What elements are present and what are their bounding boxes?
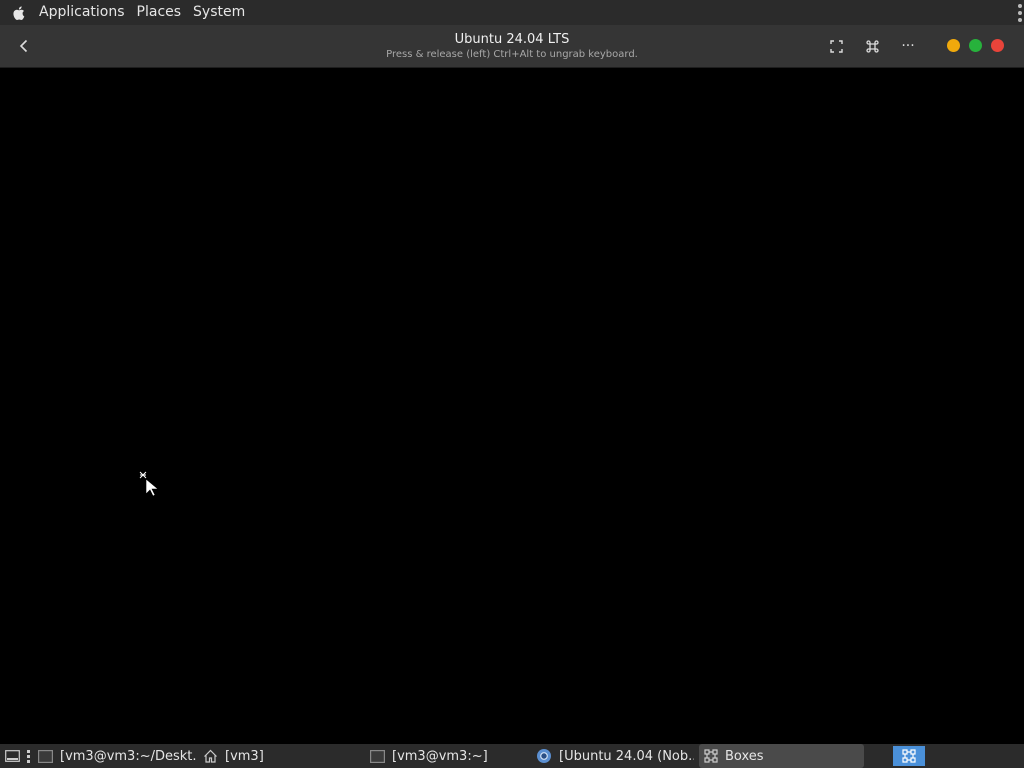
close-button[interactable] [991,39,1004,52]
vm-display[interactable] [0,68,1024,744]
fullscreen-icon [829,39,843,53]
taskbar-item-label: [vm3@vm3:~] [392,748,488,764]
chromium-icon [536,748,552,764]
terminal-icon [38,749,53,763]
title-block: Ubuntu 24.04 LTS Press & release (left) … [300,32,724,61]
places-menu[interactable]: Places [131,0,188,25]
boxes-icon [704,749,718,763]
mouse-cursor-icon [139,471,159,497]
more-options-button[interactable]: ··· [896,25,920,67]
terminal-icon [370,749,385,763]
workspace-switcher[interactable] [893,746,925,766]
show-desktop-icon [5,750,20,762]
window-title: Ubuntu 24.04 LTS [454,32,570,47]
taskbar-item-label: [vm3@vm3:~/Deskt... [60,748,196,764]
boxes-icon [902,749,916,763]
minimize-button[interactable] [947,39,960,52]
back-button[interactable] [12,25,36,67]
show-desktop-button[interactable] [5,744,20,768]
taskbar-item-label: Boxes [725,748,764,764]
applications-menu[interactable]: Applications [33,0,131,25]
taskbar-handle-icon[interactable] [27,744,30,768]
taskbar-item-home-folder[interactable]: [vm3] [203,744,353,768]
panel-handle-icon[interactable] [1018,4,1022,22]
system-menu[interactable]: System [187,0,251,25]
taskbar-item-browser[interactable]: [Ubuntu 24.04 (Nob... [536,744,694,768]
home-folder-icon [203,749,218,763]
taskbar-item-label: [Ubuntu 24.04 (Nob... [559,748,694,764]
maximize-button[interactable] [969,39,982,52]
command-key-icon [865,39,879,53]
top-panel: Applications Places System [0,0,1024,25]
apple-logo-icon[interactable] [12,5,26,20]
taskbar-item-label: [vm3] [225,748,264,764]
taskbar-item-boxes[interactable]: Boxes [699,744,864,768]
fullscreen-button[interactable] [824,25,848,67]
taskbar: [vm3@vm3:~/Deskt... [vm3] [vm3@vm3:~] [U… [0,744,1024,768]
chevron-left-icon [19,39,28,53]
taskbar-item-terminal-home[interactable]: [vm3@vm3:~] [370,744,520,768]
window-subtitle: Press & release (left) Ctrl+Alt to ungra… [386,49,638,60]
header-bar: Ubuntu 24.04 LTS Press & release (left) … [0,25,1024,68]
taskbar-item-terminal-desktop[interactable]: [vm3@vm3:~/Deskt... [38,744,196,768]
keyboard-shortcuts-button[interactable] [860,25,884,67]
